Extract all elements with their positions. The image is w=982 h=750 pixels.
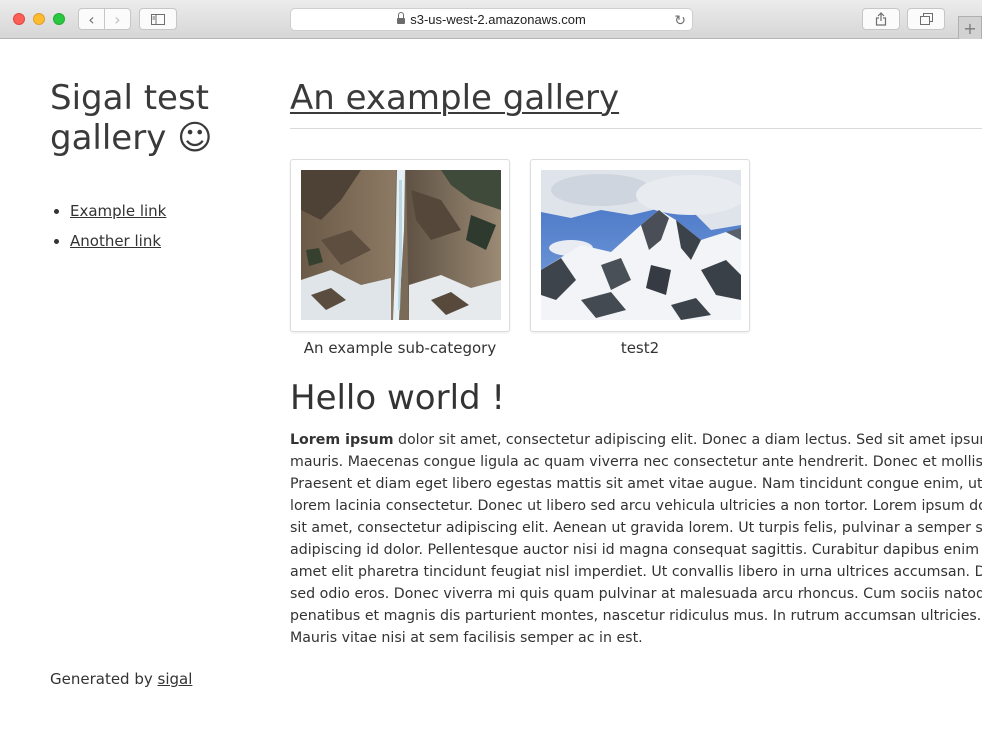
body-line: lorem lacinia consectetur. Donec ut libe…	[290, 498, 982, 514]
body-text: Lorem ipsum dolor sit amet, consectetur …	[290, 429, 982, 649]
body-line: dolor sit amet, consectetur adipiscing e…	[393, 432, 982, 448]
back-arrow-icon: ‹	[88, 9, 95, 29]
divider	[290, 128, 982, 129]
back-button[interactable]: ‹	[78, 8, 105, 30]
mountain-image[interactable]	[541, 170, 741, 320]
body-line: sed odio eros. Donec viverra mi quis qua…	[290, 586, 982, 602]
body-line: mauris. Maecenas congue ligula ac quam v…	[290, 454, 982, 470]
example-link[interactable]: Example link	[70, 202, 166, 220]
gallery-title: An example gallery	[290, 78, 982, 118]
list-item: Another link	[70, 226, 166, 256]
another-link[interactable]: Another link	[70, 232, 161, 250]
main-content: An example gallery	[290, 78, 982, 118]
browser-toolbar: ‹ › s3-us-west-2.amazonaws.com ↻ +	[0, 0, 982, 39]
site-title: Sigal test gallery ☺	[50, 78, 213, 158]
address-url: s3-us-west-2.amazonaws.com	[410, 12, 586, 27]
album-thumbnail[interactable]: An example sub-category	[290, 159, 510, 358]
album-caption[interactable]: test2	[530, 338, 750, 358]
share-button[interactable]	[862, 8, 900, 30]
footer-prefix: Generated by	[50, 670, 158, 688]
sidebar-toggle-button[interactable]	[139, 8, 177, 30]
body-line: sit amet, consectetur adipiscing elit. A…	[290, 520, 982, 536]
show-tabs-button[interactable]	[907, 8, 945, 30]
body-line: penatibus et magnis dis parturient monte…	[290, 608, 982, 624]
sidebar-icon	[151, 13, 165, 25]
show-tabs-icon	[919, 13, 933, 25]
minimize-window-icon[interactable]	[33, 13, 45, 25]
lead-bold: Lorem ipsum	[290, 432, 394, 448]
share-icon	[875, 12, 887, 26]
body-line: amet elit pharetra tincidunt feugiat nis…	[290, 564, 982, 580]
album-list: An example sub-category test2	[290, 159, 770, 358]
address-bar[interactable]: s3-us-west-2.amazonaws.com ↻	[290, 8, 693, 31]
sigal-link[interactable]: sigal	[158, 670, 193, 688]
close-window-icon[interactable]	[13, 13, 25, 25]
reload-icon[interactable]: ↻	[674, 12, 686, 29]
gallery-title-link[interactable]: An example gallery	[290, 78, 619, 118]
new-tab-button[interactable]: +	[958, 16, 982, 39]
lock-icon	[397, 11, 406, 25]
body-line: Praesent et diam eget libero egestas mat…	[290, 476, 982, 492]
thumbnail-frame[interactable]	[290, 159, 510, 332]
thumbnail-frame[interactable]	[530, 159, 750, 332]
body-line: Mauris vitae nisi at sem facilisis sempe…	[290, 630, 643, 646]
forward-button[interactable]: ›	[104, 8, 131, 30]
footer: Generated by sigal	[50, 668, 192, 690]
sidebar-links: Example link Another link	[50, 196, 166, 256]
section-heading: Hello world !	[290, 378, 506, 418]
waterfall-image[interactable]	[301, 170, 501, 320]
zoom-window-icon[interactable]	[53, 13, 65, 25]
forward-arrow-icon: ›	[114, 9, 121, 29]
body-line: adipiscing id dolor. Pellentesque auctor…	[290, 542, 982, 558]
plus-icon: +	[963, 18, 977, 38]
album-thumbnail[interactable]: test2	[530, 159, 750, 358]
album-caption[interactable]: An example sub-category	[290, 338, 510, 358]
list-item: Example link	[70, 196, 166, 226]
